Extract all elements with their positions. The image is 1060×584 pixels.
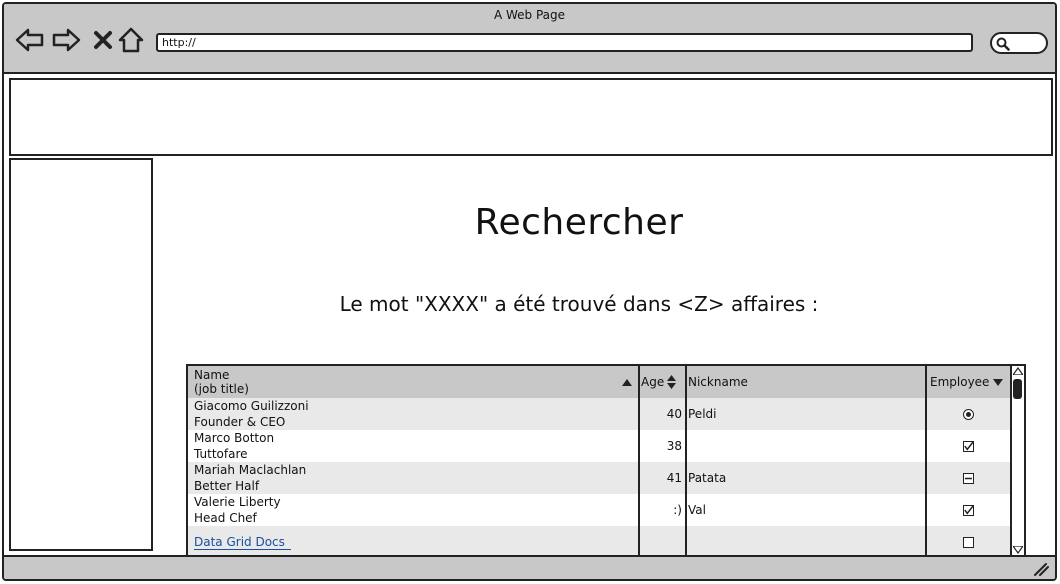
column-divider xyxy=(638,366,640,555)
sort-descending-icon xyxy=(993,378,1004,386)
browser-search-box[interactable] xyxy=(990,32,1048,54)
window-title: A Web Page xyxy=(493,8,566,22)
row-job-title: Better Half xyxy=(194,479,260,493)
resize-grip-icon xyxy=(1034,563,1049,576)
row-nickname: Peldi xyxy=(688,407,717,421)
row-name: Giacomo Guilizzoni xyxy=(194,399,309,413)
sort-both-icon xyxy=(667,375,677,389)
data-grid: Name (job title) Age Nickname Employee G… xyxy=(186,364,1026,557)
page-title: Rechercher xyxy=(474,202,684,243)
column-header-employee-label: Employee xyxy=(930,375,990,389)
row-name: Marco Botton xyxy=(194,431,275,445)
column-divider xyxy=(685,366,687,555)
checkmark-icon xyxy=(963,505,973,515)
minus-icon xyxy=(964,477,972,479)
row-nickname: Patata xyxy=(688,471,727,485)
row-age: 38 xyxy=(666,439,682,453)
employee-checkbox-unchecked[interactable] xyxy=(962,536,974,548)
scroll-thumb[interactable] xyxy=(1013,379,1022,399)
table-row[interactable]: Marco Botton Tuttofare 38 xyxy=(188,430,1010,462)
row-name: Mariah Maclachlan xyxy=(194,463,307,477)
employee-checkbox-indeterminate[interactable] xyxy=(962,472,974,484)
sidebar-placeholder xyxy=(9,158,153,551)
status-bar xyxy=(4,555,1055,579)
employee-radio-selected[interactable] xyxy=(962,408,974,420)
table-row[interactable]: Data Grid Docs xyxy=(188,526,1010,555)
search-result-summary: Le mot "XXXX" a été trouvé dans <Z> affa… xyxy=(339,292,819,316)
column-header-nickname-label: Nickname xyxy=(688,375,748,389)
page-header-placeholder xyxy=(9,78,1053,156)
scroll-down-icon xyxy=(1013,546,1023,554)
column-header-name[interactable]: Name (job title) xyxy=(194,366,634,398)
table-row[interactable]: Valerie Liberty Head Chef :) Val xyxy=(188,494,1010,526)
row-nickname: Val xyxy=(688,503,706,517)
address-bar-text: http:// xyxy=(162,36,196,49)
column-header-name-label: Name xyxy=(194,368,230,382)
row-age: 40 xyxy=(666,407,682,421)
home-icon[interactable] xyxy=(115,24,147,56)
grid-header: Name (job title) Age Nickname Employee xyxy=(188,366,1010,398)
row-job-title: Head Chef xyxy=(194,511,257,525)
forward-icon[interactable] xyxy=(50,24,82,56)
employee-checkbox-checked[interactable] xyxy=(962,504,974,516)
column-header-nickname[interactable]: Nickname xyxy=(688,366,918,398)
column-header-age[interactable]: Age xyxy=(641,366,686,398)
checkmark-icon xyxy=(963,441,973,451)
sort-ascending-icon[interactable] xyxy=(622,366,632,398)
column-header-job-title-label: (job title) xyxy=(194,382,249,396)
search-icon xyxy=(996,37,1010,51)
grid-scrollbar[interactable] xyxy=(1010,366,1024,555)
back-icon[interactable] xyxy=(14,24,46,56)
row-age: 41 xyxy=(666,471,682,485)
row-name: Valerie Liberty xyxy=(194,495,281,509)
table-row[interactable]: Mariah Maclachlan Better Half 41 Patata xyxy=(188,462,1010,494)
row-age: :) xyxy=(673,503,682,517)
table-row[interactable]: Giacomo Guilizzoni Founder & CEO 40 Peld… xyxy=(188,398,1010,430)
data-grid-docs-link[interactable]: Data Grid Docs xyxy=(194,535,291,550)
column-header-age-label: Age xyxy=(641,375,665,389)
address-bar[interactable]: http:// xyxy=(156,33,973,52)
column-divider xyxy=(925,366,927,555)
browser-toolbar: A Web Page http:// xyxy=(4,4,1055,74)
scroll-up-icon xyxy=(1013,367,1023,375)
row-job-title: Tuttofare xyxy=(194,447,248,461)
employee-checkbox-checked[interactable] xyxy=(962,440,974,452)
row-job-title: Founder & CEO xyxy=(194,415,286,429)
column-header-employee[interactable]: Employee xyxy=(930,366,1010,398)
browser-window: A Web Page http:// Rechercher Le mot "XX… xyxy=(2,2,1057,581)
